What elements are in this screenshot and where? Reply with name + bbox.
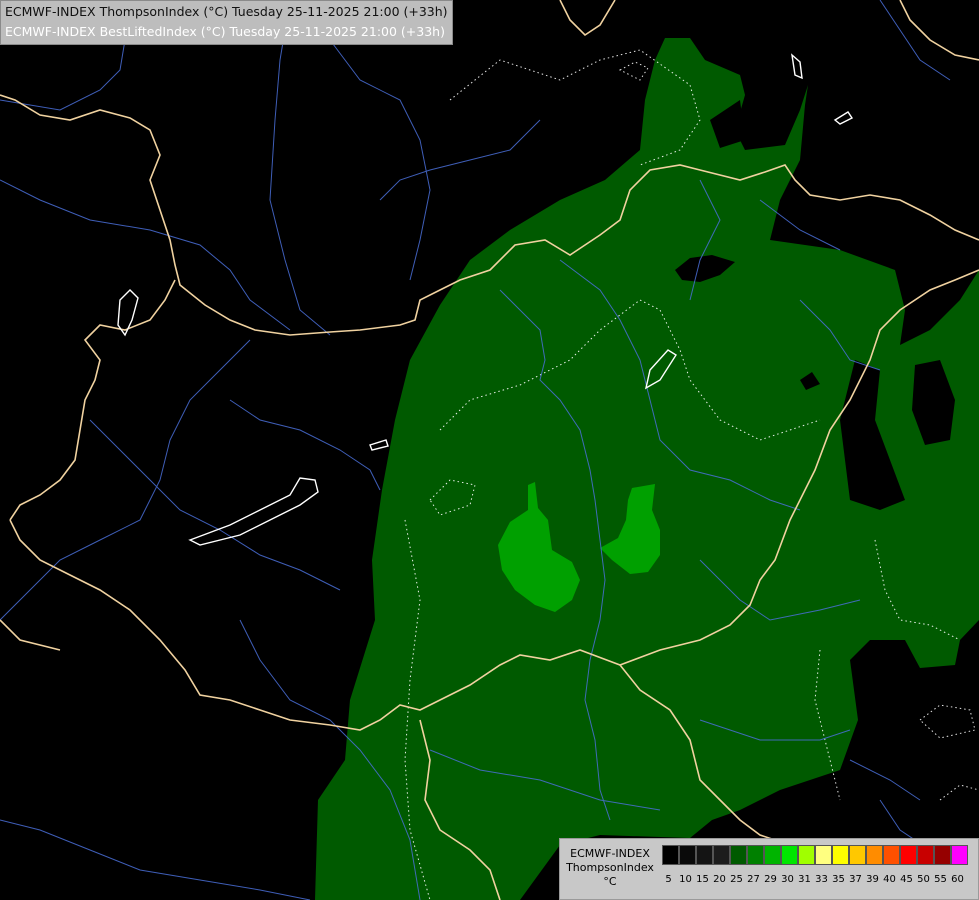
legend-swatch [883, 845, 900, 865]
legend-swatch [679, 845, 696, 865]
weather-map [0, 0, 979, 900]
legend-label-parameter: ThompsonIndex [566, 861, 654, 874]
legend-swatch [900, 845, 917, 865]
legend-label-model: ECMWF-INDEX [570, 847, 650, 860]
map-title-thompson: ECMWF-INDEX ThompsonIndex (°C) Tuesday 2… [5, 4, 448, 19]
legend-swatch [764, 845, 781, 865]
legend-tick: 35 [832, 874, 845, 885]
legend-tick: 15 [696, 874, 709, 885]
legend-swatch [934, 845, 951, 865]
color-legend: ECMWF-INDEX ThompsonIndex °C 5 10 15 20 25 27… [559, 838, 979, 900]
legend-tick: 40 [883, 874, 896, 885]
legend-tick: 39 [866, 874, 879, 885]
legend-label: ECMWF-INDEX ThompsonIndex °C [564, 847, 656, 889]
map-title-bestlifted: ECMWF-INDEX BestLiftedIndex (°C) Tuesday… [5, 24, 445, 39]
legend-tick: 60 [951, 874, 964, 885]
legend-swatches [662, 845, 968, 865]
legend-tick: 55 [934, 874, 947, 885]
legend-tick: 25 [730, 874, 743, 885]
legend-swatch [866, 845, 883, 865]
legend-swatch [951, 845, 968, 865]
legend-tick: 30 [781, 874, 794, 885]
legend-swatch [730, 845, 747, 865]
legend-swatch [917, 845, 934, 865]
legend-swatch [696, 845, 713, 865]
legend-swatch [781, 845, 798, 865]
legend-swatch [832, 845, 849, 865]
legend-swatch [815, 845, 832, 865]
legend-tick: 50 [917, 874, 930, 885]
legend-label-unit: °C [603, 875, 617, 888]
legend-swatch [798, 845, 815, 865]
legend-tick: 37 [849, 874, 862, 885]
legend-tick: 45 [900, 874, 913, 885]
legend-ticks: 5 10 15 20 25 27 29 30 31 33 35 37 39 40 45 50 55 60 [660, 874, 966, 885]
legend-tick: 33 [815, 874, 828, 885]
legend-tick: 10 [679, 874, 692, 885]
legend-tick: 5 [665, 874, 672, 885]
legend-swatch [713, 845, 730, 865]
legend-swatch [662, 845, 679, 865]
legend-tick: 29 [764, 874, 777, 885]
legend-swatch [747, 845, 764, 865]
legend-tick: 31 [798, 874, 811, 885]
legend-tick: 27 [747, 874, 760, 885]
legend-tick: 20 [713, 874, 726, 885]
map-title-box: ECMWF-INDEX ThompsonIndex (°C) Tuesday 2… [0, 0, 453, 45]
legend-swatch [849, 845, 866, 865]
